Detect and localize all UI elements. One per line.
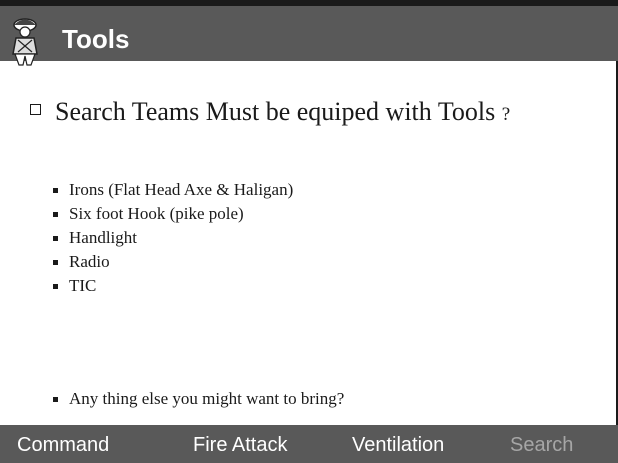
- slide: Tools Search Teams Must be equiped with …: [0, 0, 618, 463]
- main-bullet: Search Teams Must be equiped with Tools …: [30, 96, 510, 131]
- nav-command-link[interactable]: Command: [17, 432, 109, 458]
- nav-fire-attack-link[interactable]: Fire Attack: [193, 432, 287, 458]
- tools-list: Irons (Flat Head Axe & Haligan) Six foot…: [53, 178, 293, 298]
- main-bullet-suffix: ?: [501, 104, 511, 125]
- square-bullet-icon: [53, 211, 58, 217]
- firefighter-logo-icon: [12, 18, 38, 66]
- list-item-text: Six foot Hook (pike pole): [69, 204, 244, 223]
- square-bullet-icon: [53, 187, 58, 193]
- list-item-text: TIC: [69, 276, 97, 295]
- list-item-text: Radio: [69, 252, 110, 271]
- nav-ventilation-link[interactable]: Ventilation: [352, 432, 444, 458]
- square-bullet-icon: [30, 104, 41, 115]
- square-bullet-icon: [53, 259, 58, 265]
- square-bullet-icon: [53, 235, 58, 241]
- nav-search-link[interactable]: Search: [510, 432, 573, 458]
- list-item: Radio: [53, 250, 293, 274]
- extra-question-text: Any thing else you might want to bring?: [69, 389, 345, 408]
- list-item: Irons (Flat Head Axe & Haligan): [53, 178, 293, 202]
- list-item-text: Handlight: [69, 228, 137, 247]
- slide-title: Tools: [62, 24, 130, 54]
- title-bar: Tools: [0, 6, 618, 66]
- extra-question: Any thing else you might want to bring?: [53, 387, 344, 411]
- main-bullet-text: Search Teams Must be equiped with Tools: [55, 97, 496, 126]
- list-item: TIC: [53, 274, 293, 298]
- square-bullet-icon: [53, 283, 58, 289]
- list-item: Six foot Hook (pike pole): [53, 202, 293, 226]
- list-item: Handlight: [53, 226, 293, 250]
- list-item-text: Irons (Flat Head Axe & Haligan): [69, 180, 294, 199]
- square-bullet-icon: [53, 396, 58, 402]
- section-nav: Command Fire Attack Ventilation Search: [0, 425, 618, 463]
